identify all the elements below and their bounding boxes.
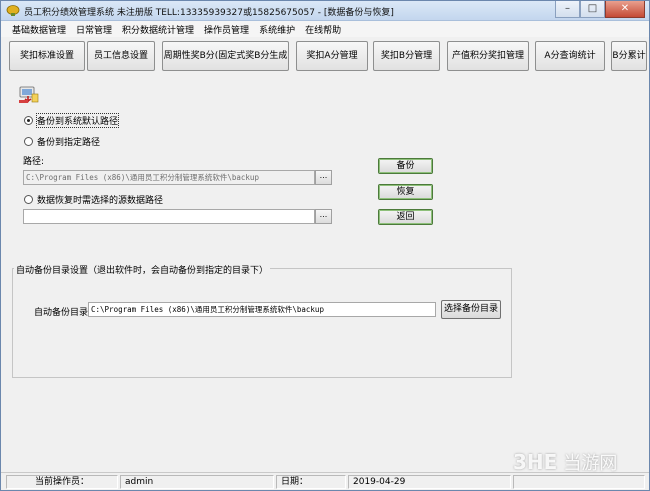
toolbar-a-points-button[interactable]: 奖扣A分管理 [296, 41, 368, 71]
window-title: 员工积分绩效管理系统 未注册版 TELL:13335939327或1582567… [24, 8, 394, 18]
app-logo-icon [6, 5, 20, 16]
toolbar-periodic-b-button[interactable]: 周期性奖B分(固定式奖B分生成 [162, 41, 289, 71]
toolbar-a-query-button[interactable]: A分查询统计 [535, 41, 605, 71]
backup-restore-panel: 备份到系统默认路径 备份到指定路径 路径: C:\Program Files (… [1, 77, 649, 472]
restore-button[interactable]: 恢复 [378, 184, 433, 200]
menu-basic-data[interactable]: 基础数据管理 [7, 23, 71, 36]
radio-custom-path-indicator[interactable] [24, 137, 33, 146]
toolbar-b-total-button[interactable]: B分累计 [611, 41, 647, 71]
menu-statistics[interactable]: 积分数据统计管理 [117, 23, 199, 36]
restore-path-browse-button[interactable]: ... [315, 209, 332, 224]
close-button[interactable]: ✕ [605, 1, 645, 18]
menu-operators[interactable]: 操作员管理 [199, 23, 254, 36]
radio-custom-path-label: 备份到指定路径 [37, 138, 101, 148]
auto-backup-group [12, 268, 512, 378]
radio-default-path-label: 备份到系统默认路径 [35, 113, 120, 128]
toolbar: 奖扣标准设置 员工信息设置 周期性奖B分(固定式奖B分生成 奖扣A分管理 奖扣B… [1, 37, 649, 77]
maximize-button[interactable]: □ [580, 1, 605, 18]
toolbar-employee-info-button[interactable]: 员工信息设置 [87, 41, 155, 71]
status-date-label: 日期： [276, 475, 346, 489]
backup-button[interactable]: 备份 [378, 158, 433, 174]
menu-bar: 基础数据管理 日常管理 积分数据统计管理 操作员管理 系统维护 在线帮助 [1, 21, 649, 37]
watermark-text: 当游网 [563, 453, 618, 474]
status-operator-label: 当前操作员： [6, 475, 118, 489]
menu-maintenance[interactable]: 系统维护 [254, 23, 300, 36]
minimize-button[interactable]: – [555, 1, 580, 18]
status-date-value: 2019-04-29 [348, 475, 511, 489]
return-button[interactable]: 返回 [378, 209, 433, 225]
select-backup-dir-button[interactable]: 选择备份目录 [441, 300, 501, 319]
title-bar: 员工积分绩效管理系统 未注册版 TELL:13335939327或1582567… [1, 1, 649, 21]
toolbar-b-points-button[interactable]: 奖扣B分管理 [373, 41, 440, 71]
radio-restore-source-label: 数据恢复时需选择的源数据路径 [37, 196, 164, 206]
radio-restore-source[interactable]: 数据恢复时需选择的源数据路径 [24, 193, 163, 206]
window-controls: – □ ✕ [555, 1, 645, 19]
auto-backup-group-title: 自动备份目录设置（退出软件时，会自动备份到指定的目录下） [14, 263, 271, 276]
radio-default-path[interactable]: 备份到系统默认路径 [24, 113, 120, 128]
auto-backup-path-field[interactable]: C:\Program Files (x86)\通用员工积分制管理系统软件\bac… [88, 302, 436, 317]
backup-path-field[interactable]: C:\Program Files (x86)\通用员工积分制管理系统软件\bac… [23, 170, 315, 185]
path-label: 路径: [23, 157, 45, 167]
backup-icon [19, 86, 39, 103]
restore-path-field[interactable] [23, 209, 315, 224]
site-watermark: 3HE 当游网 [513, 449, 617, 475]
menu-daily[interactable]: 日常管理 [71, 23, 117, 36]
backup-path-browse-button[interactable]: ... [315, 170, 332, 185]
toolbar-reward-standard-button[interactable]: 奖扣标准设置 [9, 41, 85, 71]
menu-help[interactable]: 在线帮助 [300, 23, 346, 36]
status-operator-value: admin [120, 475, 274, 489]
radio-restore-source-indicator[interactable] [24, 195, 33, 204]
radio-custom-path[interactable]: 备份到指定路径 [24, 135, 100, 148]
radio-default-path-indicator[interactable] [24, 116, 33, 125]
status-extra-cell [513, 475, 645, 489]
watermark-logo: 3HE [513, 450, 558, 474]
app-window: 员工积分绩效管理系统 未注册版 TELL:13335939327或1582567… [0, 0, 650, 491]
toolbar-output-points-button[interactable]: 产值积分奖扣管理 [447, 41, 529, 71]
auto-backup-label: 自动备份目录 [34, 308, 89, 318]
